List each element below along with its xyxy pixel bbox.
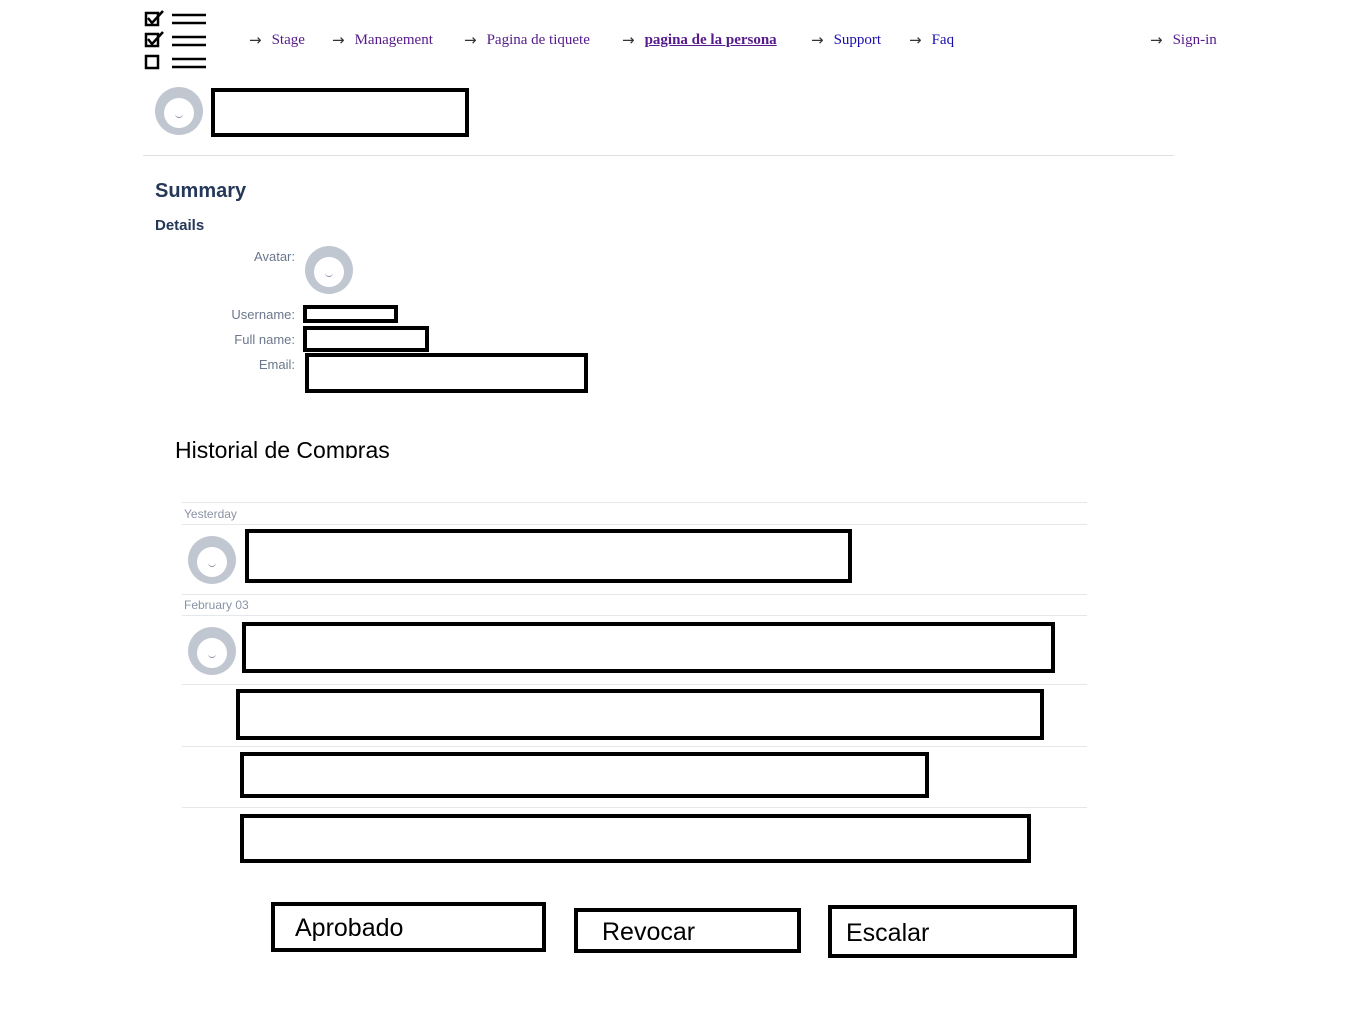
escalate-button[interactable]: Escalar [828, 905, 1077, 958]
nav-link-label: Sign-in [1172, 31, 1217, 48]
header-divider [143, 155, 1174, 156]
timeline-divider [182, 684, 1087, 685]
details-avatar-icon [305, 246, 353, 294]
redacted-timeline-entry [236, 689, 1044, 740]
timeline-divider [182, 615, 1087, 616]
nav-link-stage[interactable]: → Stage [249, 30, 305, 50]
timeline-date: February 03 [184, 598, 249, 612]
fullname-label: Full name: [234, 332, 295, 347]
arrow-right-icon: → [909, 31, 922, 49]
nav-link-sign-in[interactable]: → Sign-in [1150, 30, 1217, 50]
timeline-avatar-icon [188, 536, 236, 584]
timeline-divider [182, 524, 1087, 525]
timeline-divider [182, 502, 1087, 503]
nav-link-label: Stage [271, 31, 305, 48]
nav-link-management[interactable]: → Management [332, 30, 433, 50]
nav-link-label: Management [354, 31, 433, 48]
redacted-username [303, 305, 398, 323]
profile-avatar-icon [155, 87, 203, 135]
nav-link-pagina-de-la-persona[interactable]: → pagina de la persona [622, 30, 777, 50]
arrow-right-icon: → [622, 31, 635, 49]
nav-link-faq[interactable]: → Faq [909, 30, 954, 50]
avatar-label: Avatar: [254, 249, 295, 264]
timeline-date: Yesterday [184, 507, 237, 521]
redacted-fullname [303, 326, 429, 352]
email-label: Email: [258, 357, 295, 372]
redacted-profile-name [211, 88, 469, 137]
revoke-button[interactable]: Revocar [574, 908, 801, 953]
timeline-avatar-icon [188, 627, 236, 675]
timeline-divider [182, 594, 1087, 595]
arrow-right-icon: → [1150, 31, 1163, 49]
redacted-email [305, 353, 588, 393]
timeline-divider [182, 746, 1087, 747]
history-heading: Historial de Compras [175, 437, 390, 458]
approve-button[interactable]: Aprobado [271, 902, 546, 952]
details-heading: Details [155, 217, 205, 234]
redacted-timeline-entry [245, 529, 852, 583]
nav-link-label: pagina de la persona [644, 31, 777, 48]
arrow-right-icon: → [249, 31, 262, 49]
checklist-logo-icon[interactable] [144, 10, 208, 70]
nav-link-label: Faq [931, 31, 955, 48]
nav-link-label: Pagina de tiquete [486, 31, 590, 48]
nav-link-label: Support [833, 31, 882, 48]
nav-link-pagina-de-tiquete[interactable]: → Pagina de tiquete [464, 30, 590, 50]
redacted-timeline-entry [240, 814, 1031, 863]
arrow-right-icon: → [332, 31, 345, 49]
arrow-right-icon: → [464, 31, 477, 49]
nav-link-support[interactable]: → Support [811, 30, 881, 50]
redacted-timeline-entry [240, 752, 929, 798]
timeline-divider [182, 807, 1087, 808]
arrow-right-icon: → [811, 31, 824, 49]
redacted-timeline-entry [242, 622, 1055, 673]
summary-heading: Summary [155, 180, 247, 202]
username-label: Username: [231, 307, 295, 322]
